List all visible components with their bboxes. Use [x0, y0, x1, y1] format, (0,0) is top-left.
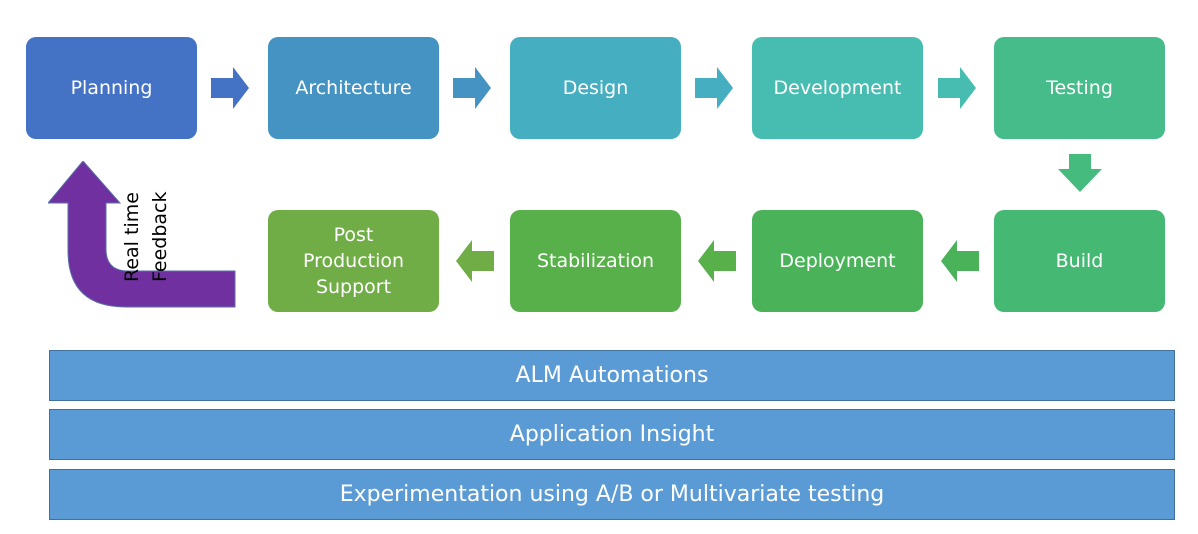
arrow-right-icon: [938, 67, 976, 109]
bar-experimentation: Experimentation using A/B or Multivariat…: [49, 469, 1175, 520]
bar-label: Application Insight: [509, 422, 715, 447]
stage-label: Design: [562, 77, 629, 99]
stage-deployment: Deployment: [752, 210, 923, 312]
stage-label: Post Production Support: [302, 224, 405, 298]
stage-label: Architecture: [295, 77, 412, 99]
stage-development: Development: [752, 37, 923, 139]
stage-label: Testing: [1046, 77, 1113, 99]
stage-label: Planning: [70, 77, 153, 99]
stage-planning: Planning: [26, 37, 197, 139]
feedback-line-1: Real time: [121, 192, 143, 282]
stage-label: Deployment: [779, 250, 896, 272]
stage-architecture: Architecture: [268, 37, 439, 139]
stage-build: Build: [994, 210, 1165, 312]
stage-label: Build: [1055, 250, 1104, 272]
arrow-down-icon: [1058, 154, 1102, 192]
stage-post-production-support: Post Production Support: [268, 210, 439, 312]
arrow-left-icon: [698, 240, 736, 282]
stage-stabilization: Stabilization: [510, 210, 681, 312]
arrow-right-icon: [211, 67, 249, 109]
bar-label: Experimentation using A/B or Multivariat…: [339, 482, 885, 507]
stage-label: Development: [773, 77, 902, 99]
arrow-right-icon: [453, 67, 491, 109]
feedback-label: Real time Feedback: [118, 162, 174, 282]
feedback-line-2: Feedback: [149, 191, 171, 282]
bar-alm-automations: ALM Automations: [49, 350, 1175, 401]
stage-design: Design: [510, 37, 681, 139]
stage-testing: Testing: [994, 37, 1165, 139]
arrow-left-icon: [941, 240, 979, 282]
arrow-left-icon: [456, 240, 494, 282]
arrow-right-icon: [695, 67, 733, 109]
bar-application-insight: Application Insight: [49, 409, 1175, 460]
stage-label: Stabilization: [536, 250, 655, 272]
bar-label: ALM Automations: [515, 363, 709, 388]
